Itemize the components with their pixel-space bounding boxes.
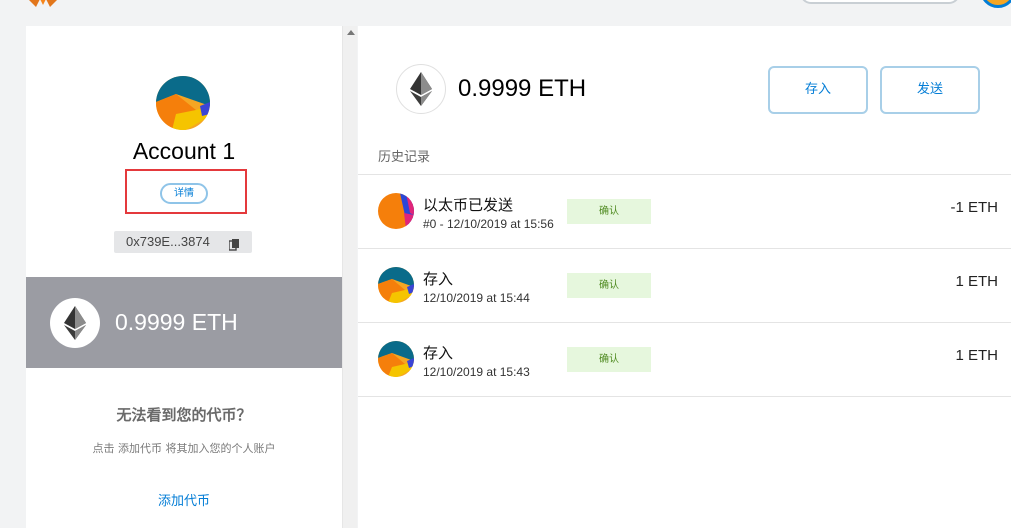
transaction-row[interactable]: 存入 12/10/2019 at 15:44 确认 1 ETH — [358, 249, 1011, 323]
tx-title: 存入 — [423, 270, 454, 288]
status-badge: 确认 — [567, 347, 651, 372]
network-selector[interactable] — [800, 0, 960, 4]
deposit-button[interactable]: 存入 — [768, 66, 868, 114]
scrollbar[interactable] — [342, 26, 357, 528]
token-hint: 点击 添加代币 将其加入您的个人账户 — [92, 442, 276, 455]
fox-logo-icon[interactable] — [26, 0, 60, 7]
eth-icon — [396, 64, 446, 114]
account-address[interactable]: 0x739E...3874 — [114, 231, 252, 253]
transaction-row[interactable]: 存入 12/10/2019 at 15:43 确认 1 ETH — [358, 323, 1011, 397]
tx-amount: -1 ETH — [950, 199, 998, 216]
send-button[interactable]: 发送 — [880, 66, 980, 114]
token-heading: 无法看到您的代币？ — [116, 406, 252, 424]
main-panel: 0.9999 ETH 存入 发送 历史记录 以太币已发送 #0 - 12/10/… — [358, 26, 1011, 528]
status-badge: 确认 — [567, 273, 651, 298]
account-balance: 0.9999 ETH — [115, 309, 238, 335]
scroll-up-arrow-icon[interactable] — [347, 30, 355, 35]
tx-subtitle: #0 - 12/10/2019 at 15:56 — [423, 217, 554, 231]
tx-subtitle: 12/10/2019 at 15:43 — [423, 365, 530, 379]
transaction-row[interactable]: 以太币已发送 #0 - 12/10/2019 at 15:56 确认 -1 ET… — [358, 175, 1011, 249]
balance-card[interactable]: 0.9999 ETH — [26, 277, 342, 368]
account-name: Account 1 — [132, 138, 236, 164]
tx-title: 存入 — [423, 344, 454, 362]
account-panel: Account 1 详情 0x739E...3874 0.9999 ETH 无法… — [26, 26, 342, 528]
add-token-link[interactable]: 添加代币 — [26, 490, 342, 509]
identicon-icon — [378, 341, 414, 377]
status-badge: 确认 — [567, 199, 651, 224]
tx-title: 以太币已发送 — [423, 196, 514, 214]
identicon-icon — [378, 267, 414, 303]
address-text: 0x739E...3874 — [126, 234, 210, 249]
copy-icon[interactable] — [228, 236, 240, 251]
eth-icon — [50, 298, 100, 348]
identicon-icon — [378, 193, 414, 229]
tx-amount: 1 ETH — [955, 347, 998, 364]
main-balance: 0.9999 ETH — [458, 75, 587, 102]
identicon-avatar[interactable] — [980, 0, 1011, 8]
tx-amount: 1 ETH — [955, 273, 998, 290]
account-identicon[interactable] — [156, 76, 210, 130]
details-button[interactable]: 详情 — [160, 183, 208, 204]
tx-subtitle: 12/10/2019 at 15:44 — [423, 291, 530, 305]
history-label: 历史记录 — [378, 150, 431, 165]
transaction-list: 以太币已发送 #0 - 12/10/2019 at 15:56 确认 -1 ET… — [358, 174, 1011, 397]
